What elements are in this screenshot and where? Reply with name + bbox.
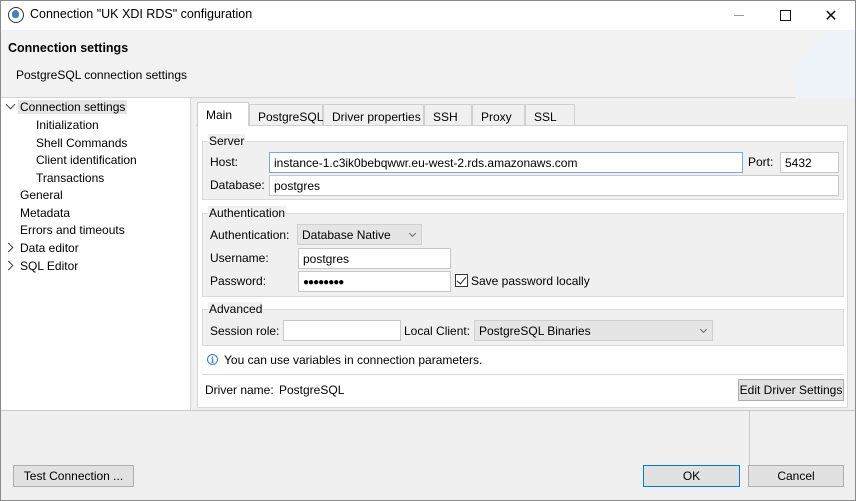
chevron-down-icon [408, 229, 417, 238]
tab-driver-properties[interactable]: Driver properties [323, 104, 424, 126]
tab-postgresql[interactable]: PostgreSQL [249, 104, 323, 126]
username-label: Username: [210, 251, 269, 265]
header-decoration [785, 30, 855, 98]
advanced-group-label: Advanced [208, 302, 264, 316]
local-client-dropdown[interactable]: PostgreSQL Binaries [474, 320, 713, 341]
page-title: Connection settings [8, 41, 129, 55]
minimize-icon [734, 15, 744, 16]
cancel-button[interactable]: Cancel [748, 465, 844, 487]
host-input[interactable]: instance-1.c3ik0bebqwwr.eu-west-2.rds.am… [269, 152, 743, 173]
variables-info-text: You can use variables in connection para… [224, 353, 483, 367]
maximize-button[interactable] [762, 1, 808, 30]
tree-item-shell-commands[interactable]: Shell Commands [36, 136, 127, 150]
save-password-label[interactable]: Save password locally [471, 274, 590, 288]
password-input[interactable]: ●●●●●●●● [298, 271, 451, 292]
tree-item-general[interactable]: General [20, 188, 63, 202]
footer-divider [749, 411, 750, 465]
host-label: Host: [210, 155, 239, 169]
session-role-input[interactable] [283, 320, 401, 341]
tab-main[interactable]: Main [197, 102, 249, 126]
page-description: PostgreSQL connection settings [16, 68, 187, 82]
local-client-label: Local Client: [404, 324, 471, 338]
authentication-group-label: Authentication [208, 206, 287, 220]
authentication-dropdown-value: Database Native [302, 228, 391, 242]
username-input[interactable]: postgres [298, 248, 451, 269]
maximize-icon [779, 10, 791, 21]
authentication-label: Authentication: [210, 228, 290, 242]
chevron-right-icon[interactable] [3, 242, 14, 253]
chevron-right-icon[interactable] [3, 260, 14, 271]
driver-separator [202, 374, 844, 375]
session-role-label: Session role: [210, 324, 280, 338]
tree-item-initialization[interactable]: Initialization [36, 118, 99, 132]
tab-ssh[interactable]: SSH [424, 104, 472, 126]
tree-item-errors-and-timeouts[interactable]: Errors and timeouts [20, 223, 125, 237]
tab-proxy[interactable]: Proxy [472, 104, 525, 126]
local-client-dropdown-value: PostgreSQL Binaries [479, 324, 591, 338]
tree-item-connection-settings[interactable]: Connection settings [18, 100, 128, 114]
info-icon: i [207, 354, 218, 365]
tree-item-metadata[interactable]: Metadata [20, 206, 70, 220]
test-connection-button[interactable]: Test Connection ... [13, 465, 134, 487]
tab-ssl[interactable]: SSL [525, 104, 575, 126]
minimize-button[interactable] [716, 1, 762, 30]
tree-item-client-identification[interactable]: Client identification [36, 153, 137, 167]
chevron-down-icon [699, 325, 708, 334]
edit-driver-settings-button[interactable]: Edit Driver Settings [738, 379, 844, 401]
close-icon: ✕ [824, 7, 838, 25]
port-input[interactable]: 5432 [780, 152, 839, 173]
database-input[interactable]: postgres [269, 175, 839, 196]
tree-item-transactions[interactable]: Transactions [36, 171, 104, 185]
settings-tree: Connection settings Initialization Shell… [1, 98, 191, 410]
chevron-down-icon[interactable] [5, 99, 16, 110]
password-label: Password: [210, 274, 267, 288]
page-header [1, 30, 855, 98]
database-label: Database: [210, 178, 265, 192]
driver-name-label: Driver name: [205, 383, 274, 397]
close-button[interactable]: ✕ [808, 1, 854, 30]
window-title: Connection "UK XDI RDS" configuration [30, 7, 253, 21]
ok-button[interactable]: OK [643, 465, 740, 487]
authentication-dropdown[interactable]: Database Native [297, 224, 422, 245]
port-label: Port: [748, 155, 774, 169]
server-group-label: Server [208, 134, 246, 148]
dbeaver-app-icon [8, 7, 24, 23]
save-password-checkbox[interactable] [455, 274, 468, 287]
driver-name-value: PostgreSQL [279, 383, 345, 397]
tree-item-sql-editor[interactable]: SQL Editor [20, 259, 78, 273]
tree-item-data-editor[interactable]: Data editor [20, 241, 79, 255]
